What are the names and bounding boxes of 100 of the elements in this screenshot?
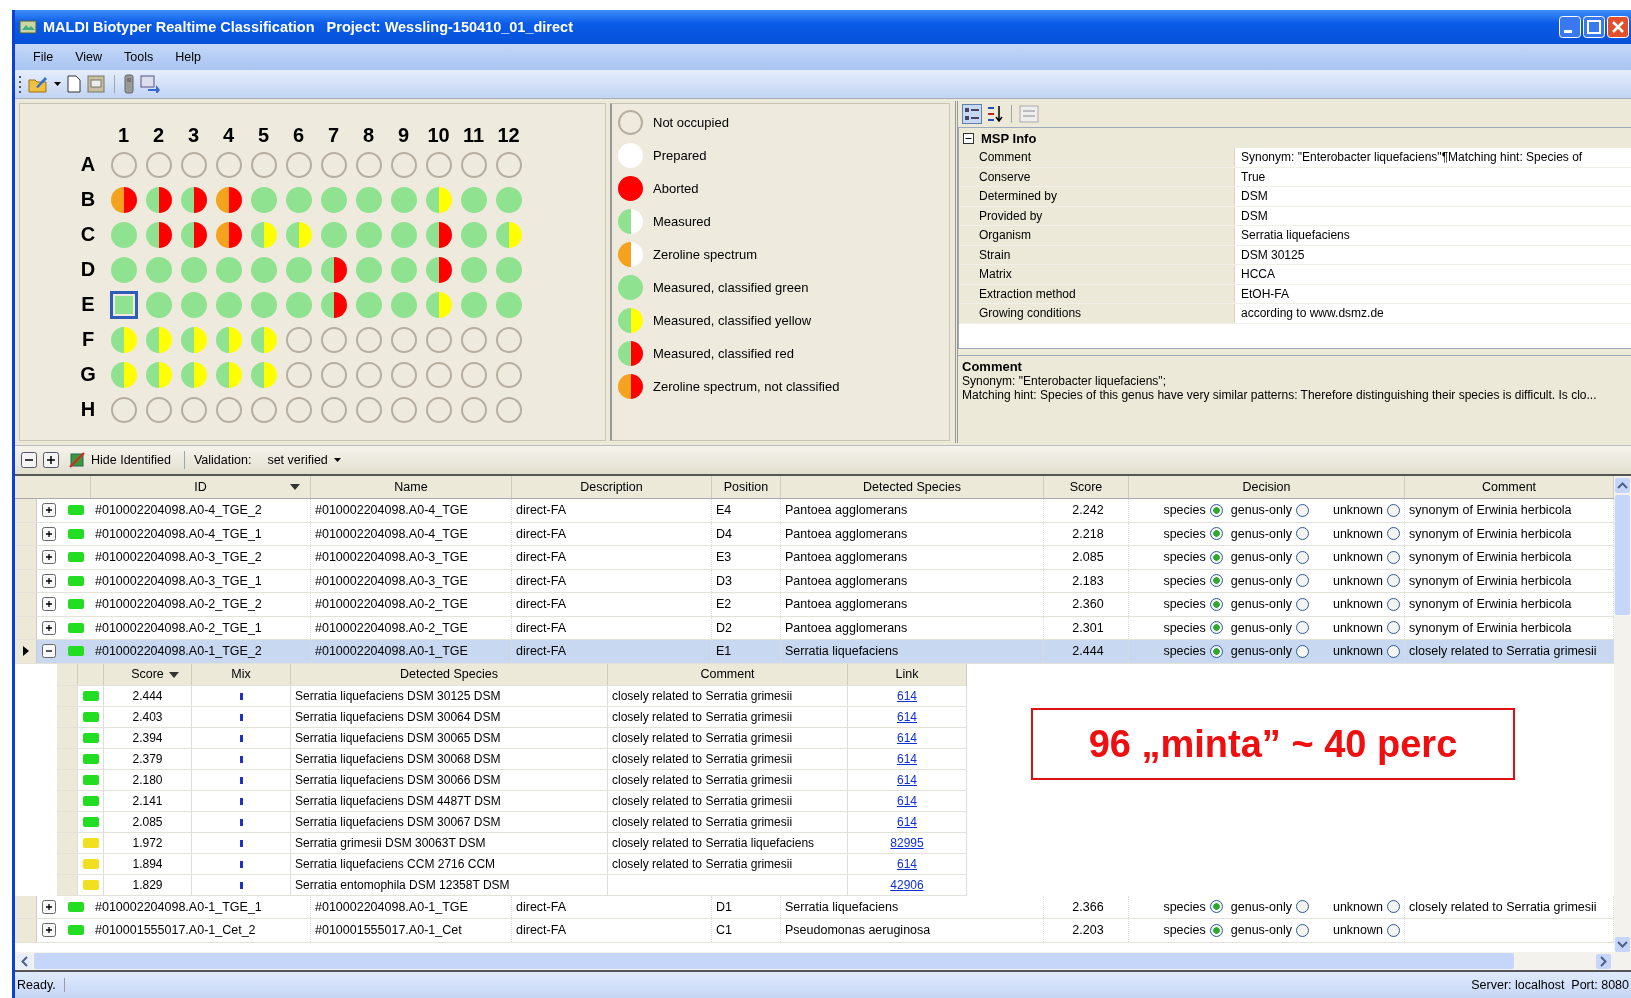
property-value[interactable]: True bbox=[1235, 167, 1631, 186]
vertical-scrollbar[interactable] bbox=[1614, 476, 1631, 952]
scroll-up-icon[interactable] bbox=[1615, 478, 1630, 493]
property-value[interactable]: DSM bbox=[1235, 206, 1631, 225]
expand-button[interactable] bbox=[42, 526, 56, 541]
radio-option[interactable]: species bbox=[1163, 620, 1223, 635]
radio-option[interactable]: unknown bbox=[1332, 597, 1400, 612]
caret-icon[interactable] bbox=[54, 82, 61, 86]
expand-button[interactable] bbox=[42, 573, 56, 588]
radio-option[interactable]: species bbox=[1163, 503, 1223, 518]
property-value[interactable]: Serratia liquefaciens bbox=[1235, 226, 1631, 245]
expand-button[interactable] bbox=[42, 644, 56, 659]
radio-option[interactable]: unknown bbox=[1332, 503, 1400, 518]
radio-option[interactable]: unknown bbox=[1332, 899, 1400, 914]
menu-item[interactable]: Tools bbox=[120, 48, 158, 66]
radio-option[interactable]: genus-only bbox=[1230, 597, 1309, 612]
radio-option[interactable]: species bbox=[1163, 899, 1223, 914]
link[interactable]: 614 bbox=[897, 772, 917, 787]
column-header[interactable]: Detected Species bbox=[291, 663, 608, 685]
radio-option[interactable]: species bbox=[1163, 923, 1223, 938]
plate-well[interactable] bbox=[425, 256, 452, 283]
categorized-icon[interactable] bbox=[962, 104, 982, 124]
column-header[interactable]: Name bbox=[311, 476, 512, 498]
plate-well[interactable] bbox=[320, 291, 347, 318]
expand-button[interactable] bbox=[42, 899, 56, 914]
expand-button[interactable] bbox=[42, 597, 56, 612]
hide-identified-button[interactable]: Hide Identified bbox=[65, 450, 175, 470]
horizontal-scrollbar[interactable] bbox=[15, 952, 1631, 970]
menu-item[interactable]: Help bbox=[171, 48, 205, 66]
column-header[interactable]: Position bbox=[712, 476, 781, 498]
column-header[interactable]: ID bbox=[91, 476, 311, 498]
menu-item[interactable]: File bbox=[29, 48, 58, 66]
radio-option[interactable]: unknown bbox=[1332, 923, 1400, 938]
expand-all-button[interactable] bbox=[43, 452, 59, 468]
link[interactable]: 614 bbox=[897, 688, 917, 703]
table-row[interactable]: #010002204098.A0-4_TGE_1 #010002204098.A0-4_TGE direct-FA D4 Pantoea agglomerans 2.218 species genus-only unknown synonym of Erwinia herbicola bbox=[15, 522, 1614, 546]
minimize-button[interactable] bbox=[1559, 16, 1581, 38]
radio-option[interactable]: unknown bbox=[1332, 550, 1400, 565]
radio-option[interactable]: genus-only bbox=[1230, 899, 1309, 914]
table-row[interactable]: #010002204098.A0-1_TGE_2 #010002204098.A0-1_TGE direct-FA E1 Serratia liquefaciens 2.444 species genus-only unknown closely related to Serratia grimesii bbox=[15, 640, 1614, 664]
link[interactable]: 614 bbox=[897, 709, 917, 724]
radio-option[interactable]: genus-only bbox=[1230, 620, 1309, 635]
column-header[interactable]: Mix bbox=[192, 663, 291, 685]
radio-option[interactable]: genus-only bbox=[1230, 644, 1309, 659]
radio-option[interactable]: unknown bbox=[1332, 620, 1400, 635]
plate-well[interactable] bbox=[320, 256, 347, 283]
property-value[interactable]: DSM bbox=[1235, 187, 1631, 206]
folder-icon[interactable] bbox=[28, 75, 48, 93]
radio-option[interactable]: species bbox=[1163, 597, 1223, 612]
column-header[interactable]: Decision bbox=[1129, 476, 1405, 498]
table-row[interactable]: #010002204098.A0-2_TGE_2 #010002204098.A0-2_TGE direct-FA E2 Pantoea agglomerans 2.360 species genus-only unknown synonym of Erwinia herbicola bbox=[15, 593, 1614, 617]
radio-option[interactable]: genus-only bbox=[1230, 526, 1309, 541]
column-header[interactable]: Score bbox=[1044, 476, 1129, 498]
table-row[interactable]: #010002204098.A0-3_TGE_2 #010002204098.A0-3_TGE direct-FA E3 Pantoea agglomerans 2.085 species genus-only unknown synonym of Erwinia herbicola bbox=[15, 546, 1614, 570]
link[interactable]: 82995 bbox=[890, 835, 924, 850]
expand-button[interactable] bbox=[42, 620, 56, 635]
expand-button[interactable] bbox=[42, 550, 56, 565]
scroll-left-icon[interactable] bbox=[17, 953, 32, 969]
expand-button[interactable] bbox=[42, 503, 56, 518]
property-value[interactable]: according to www.dsmz.de bbox=[1235, 304, 1631, 323]
menu-item[interactable]: View bbox=[71, 48, 107, 66]
radio-option[interactable]: species bbox=[1163, 526, 1223, 541]
scroll-thumb[interactable] bbox=[34, 953, 1514, 969]
radio-option[interactable]: genus-only bbox=[1230, 923, 1309, 938]
plate-well[interactable] bbox=[180, 186, 207, 213]
radio-option[interactable]: genus-only bbox=[1230, 573, 1309, 588]
device-icon[interactable] bbox=[124, 74, 134, 94]
property-value[interactable]: DSM 30125 bbox=[1235, 245, 1631, 264]
plate-well[interactable] bbox=[145, 186, 172, 213]
radio-option[interactable]: unknown bbox=[1332, 526, 1400, 541]
table-row[interactable]: #010002204098.A0-1_TGE_1 #010002204098.A0-1_TGE direct-FA D1 Serratia liquefaciens 2.366 species genus-only unknown closely related to Serratia grimesii bbox=[15, 895, 1614, 919]
plate-well[interactable] bbox=[109, 290, 138, 319]
radio-option[interactable]: genus-only bbox=[1230, 550, 1309, 565]
plate-well[interactable] bbox=[110, 186, 137, 213]
column-header[interactable]: Comment bbox=[608, 663, 848, 685]
expand-button[interactable] bbox=[42, 923, 56, 938]
plate-well[interactable] bbox=[180, 221, 207, 248]
collapse-all-button[interactable] bbox=[21, 452, 37, 468]
radio-option[interactable]: species bbox=[1163, 573, 1223, 588]
property-value[interactable]: Synonym: "Enterobacter liquefaciens"¶Matching hint: Species of bbox=[1235, 148, 1631, 167]
plate-well[interactable] bbox=[215, 186, 242, 213]
column-header[interactable]: Detected Species bbox=[781, 476, 1044, 498]
close-button[interactable] bbox=[1607, 16, 1629, 38]
column-header[interactable]: Description bbox=[512, 476, 712, 498]
property-value[interactable]: HCCA bbox=[1235, 265, 1631, 284]
radio-option[interactable]: unknown bbox=[1332, 644, 1400, 659]
radio-option[interactable]: genus-only bbox=[1230, 503, 1309, 518]
link[interactable]: 42906 bbox=[890, 877, 924, 892]
table-row[interactable]: #010002204098.A0-4_TGE_2 #010002204098.A0-4_TGE direct-FA E4 Pantoea agglomerans 2.242 species genus-only unknown synonym of Erwinia herbicola bbox=[15, 499, 1614, 523]
export-image-icon[interactable] bbox=[140, 75, 160, 93]
radio-option[interactable]: unknown bbox=[1332, 573, 1400, 588]
link[interactable]: 614 bbox=[897, 730, 917, 745]
scroll-right-icon[interactable] bbox=[1596, 953, 1611, 969]
link[interactable]: 614 bbox=[897, 793, 917, 808]
row-header[interactable] bbox=[15, 640, 37, 663]
link[interactable]: 614 bbox=[897, 751, 917, 766]
save-icon[interactable] bbox=[87, 75, 105, 93]
property-pages-icon[interactable] bbox=[1019, 105, 1039, 123]
new-document-icon[interactable] bbox=[67, 75, 81, 93]
scroll-thumb[interactable] bbox=[1615, 495, 1630, 615]
